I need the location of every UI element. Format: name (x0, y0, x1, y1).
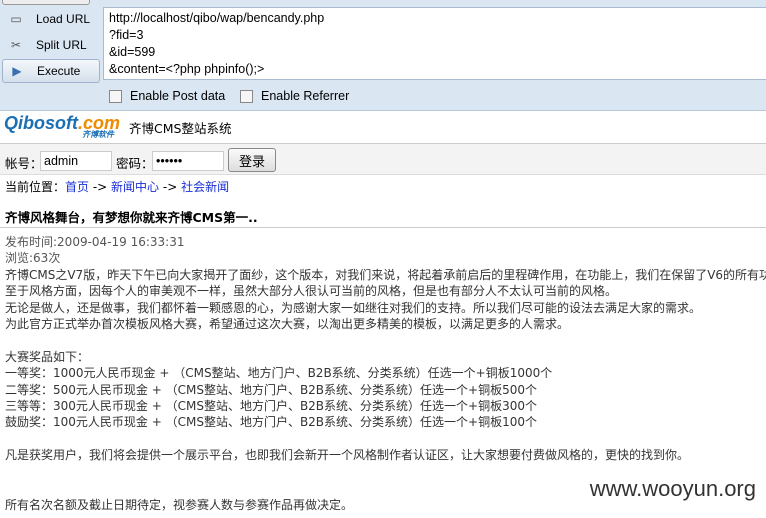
partial-button[interactable] (2, 0, 90, 5)
username-label: 帐号： (5, 156, 43, 171)
scissors-icon: ✂ (10, 38, 22, 52)
view-count: 浏览:63次 (5, 251, 61, 266)
split-url-button[interactable]: ✂ Split URL (2, 34, 98, 56)
article-line: 凡是获奖用户，我们将会提供一个展示平台，也即我们会新开一个风格制作者认证区，让大… (5, 448, 690, 463)
enable-post-checkbox[interactable]: Enable Post data (109, 89, 225, 103)
article-line: 鼓励奖：100元人民币现金 + （CMS整站、地方门户、B2B系统、分类系统）任… (5, 415, 537, 430)
url-textarea[interactable]: http://localhost/qibo/wap/bencandy.php ?… (103, 7, 766, 80)
password-input[interactable] (152, 151, 224, 171)
checkbox[interactable] (240, 89, 253, 103)
load-icon: ▭ (10, 12, 22, 26)
load-url-button[interactable]: ▭ Load URL (2, 8, 98, 30)
breadcrumb-home[interactable]: 首页 (65, 180, 89, 194)
article-line: 齐博CMS之V7版，昨天下午已向大家揭开了面纱，这个版本，对我们来说，将起着承前… (5, 267, 766, 282)
article-line (5, 332, 766, 348)
article-line: 大赛奖品如下： (5, 349, 90, 364)
site-logo[interactable]: Qibosoft.com 齐博软件 (4, 113, 120, 139)
article-line: 为此官方正式举办首次模板风格大赛，希望通过这次大赛，以淘出更多精美的模板，以满足… (5, 317, 570, 332)
article-line: 至于风格方面，因每个人的审美观不一样，虽然大部分人很认可当前的风格，但是也有部分… (5, 284, 618, 299)
site-name: 齐博CMS整站系统 (129, 121, 232, 136)
enable-referrer-checkbox[interactable]: Enable Referrer (240, 89, 349, 103)
login-button[interactable]: 登录 (228, 148, 276, 172)
article-body: 发布时间:2009-04-19 16:33:31 浏览:63次 齐博CMS之V7… (5, 234, 766, 513)
play-icon: ▶ (12, 64, 22, 78)
checkbox[interactable] (109, 89, 122, 103)
username-input[interactable] (40, 151, 112, 171)
article-line: 二等奖：500元人民币现金 + （CMS整站、地方门户、B2B系统、分类系统）任… (5, 382, 537, 397)
execute-button[interactable]: ▶ Execute (2, 59, 100, 83)
article-line: 无论是做人，还是做事，我们都怀着一颗感恩的心，为感谢大家一如继往对我们的支持。所… (5, 300, 702, 315)
breadcrumb: 当前位置：首页 -> 新闻中心 -> 社会新闻 (5, 180, 230, 194)
article-line (5, 431, 766, 447)
password-label: 密码： (116, 156, 154, 171)
divider (0, 227, 766, 228)
article-line: 一等奖：1000元人民币现金 + （CMS整站、地方门户、B2B系统、分类系统）… (5, 366, 553, 381)
publish-date: 发布时间:2009-04-19 16:33:31 (5, 235, 185, 249)
breadcrumb-social[interactable]: 社会新闻 (181, 180, 229, 194)
hackbar-toolbar: ▭ Load URL ✂ Split URL ▶ Execute http://loc… (0, 0, 766, 111)
breadcrumb-news[interactable]: 新闻中心 (111, 180, 159, 194)
article-title: 齐博风格舞台，有梦想你就来齐博CMS第一.. (5, 210, 258, 225)
login-bar: 帐号： 密码： 登录 (0, 143, 766, 175)
watermark: www.wooyun.org (589, 476, 756, 501)
article-line: 三等等：300元人民币现金 + （CMS整站、地方门户、B2B系统、分类系统）任… (5, 399, 537, 414)
